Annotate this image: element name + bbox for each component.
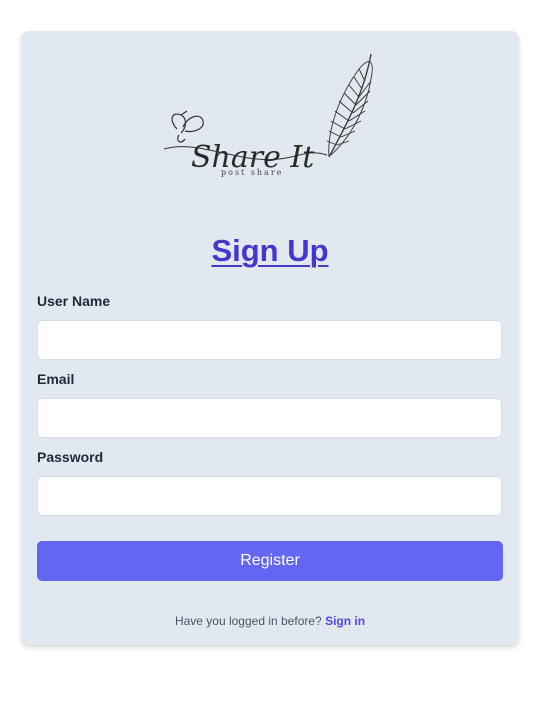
- signin-prompt: Have you logged in before? Sign in: [21, 614, 519, 628]
- username-input[interactable]: [37, 320, 502, 360]
- email-label: Email: [37, 371, 75, 387]
- password-input[interactable]: [37, 476, 502, 516]
- signup-card: Share It post share Sign Up User Name Em…: [21, 31, 519, 645]
- feather-logo-icon: Share It post share: [163, 53, 373, 177]
- register-button[interactable]: Register: [37, 541, 503, 581]
- share-it-logo: Share It post share: [159, 49, 379, 179]
- page-title[interactable]: Sign Up: [21, 231, 519, 271]
- svg-text:post share: post share: [221, 168, 283, 177]
- signin-link[interactable]: Sign in: [325, 614, 365, 628]
- email-input[interactable]: [37, 398, 502, 438]
- username-label: User Name: [37, 293, 111, 309]
- password-label: Password: [37, 449, 104, 465]
- signin-prompt-text: Have you logged in before?: [174, 614, 322, 628]
